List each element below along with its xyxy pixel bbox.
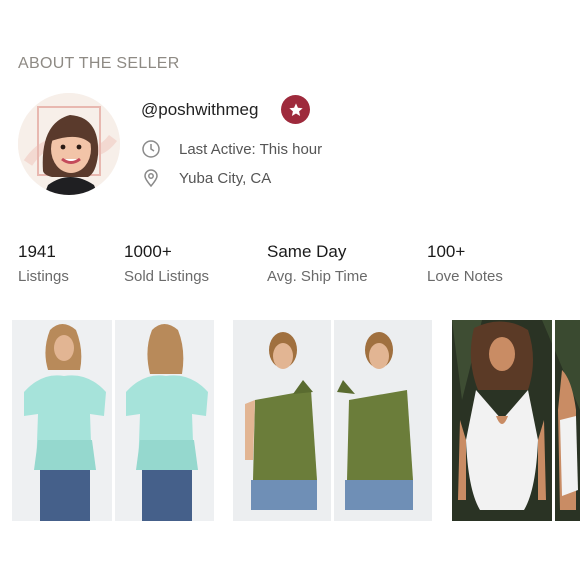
olive-top-photo [233, 320, 432, 521]
mint-top-photo [12, 320, 214, 521]
stat-sold-listings[interactable]: 1000+ Sold Listings [124, 242, 209, 285]
stat-value: 1000+ [124, 242, 172, 261]
stat-label: Sold Listings [124, 268, 210, 285]
stat-love-notes[interactable]: 100+ Love Notes [427, 242, 503, 285]
stat-ship-time: Same Day Avg. Ship Time [267, 242, 368, 285]
last-active-row: Last Active: This hour [141, 139, 322, 159]
star-badge-icon [281, 95, 310, 124]
stat-label: Listings [18, 268, 69, 285]
avatar-illustration [18, 93, 120, 195]
location-pin-icon [141, 168, 161, 188]
listing-photos-carousel[interactable] [0, 320, 580, 521]
section-title: ABOUT THE SELLER [18, 55, 180, 72]
stat-label: Love Notes [427, 268, 503, 285]
seller-username[interactable]: @poshwithmeg [141, 100, 258, 120]
stat-value: 1941 [18, 242, 56, 261]
stat-value: 100+ [427, 242, 466, 261]
location-row: Yuba City, CA [141, 168, 271, 188]
location-text: Yuba City, CA [179, 169, 272, 187]
stat-value: Same Day [267, 242, 347, 261]
listing-photo-2[interactable] [233, 320, 432, 521]
listing-photo-1[interactable] [12, 320, 214, 521]
clock-icon [141, 139, 161, 159]
last-active-text: Last Active: This hour [179, 140, 323, 158]
stat-label: Avg. Ship Time [267, 268, 368, 285]
stat-listings[interactable]: 1941 Listings [18, 242, 69, 285]
avatar[interactable] [18, 93, 120, 195]
white-bodysuit-photo [452, 320, 580, 521]
listing-photo-3[interactable] [452, 320, 580, 521]
